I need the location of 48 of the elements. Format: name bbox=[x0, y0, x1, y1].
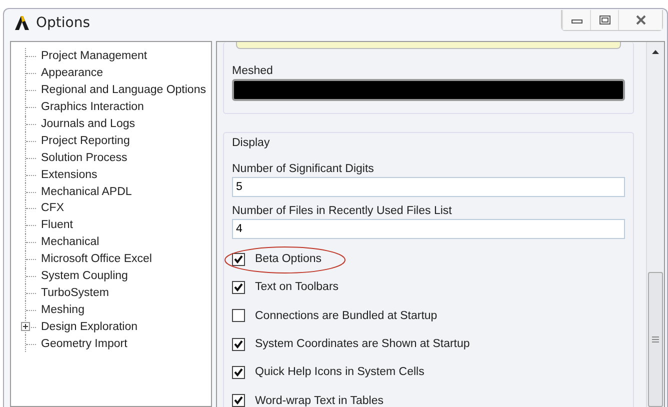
tree-item[interactable]: Journals and Logs bbox=[41, 118, 135, 130]
expand-icon[interactable] bbox=[21, 322, 30, 332]
field-label: Number of Significant Digits bbox=[232, 162, 375, 177]
input-field[interactable]: 4 bbox=[232, 219, 625, 239]
tree-item[interactable]: System Coupling bbox=[41, 270, 128, 282]
checkbox-label: Word-wrap Text in Tables bbox=[255, 394, 384, 407]
close-icon bbox=[634, 14, 646, 24]
tree-item[interactable]: Regional and Language Options bbox=[41, 84, 206, 96]
checkbox-label: System Coordinates are Shown at Startup bbox=[255, 338, 470, 350]
tree-item[interactable]: Microsoft Office Excel bbox=[41, 253, 152, 266]
checkbox-label: Quick Help Icons in System Cells bbox=[255, 366, 424, 378]
tree-item[interactable]: Extensions bbox=[41, 168, 98, 181]
checkbox[interactable] bbox=[232, 394, 245, 407]
checkbox-label: Text on Toolbars bbox=[255, 281, 339, 294]
close-button[interactable] bbox=[618, 10, 662, 30]
group-title: Display bbox=[232, 137, 271, 149]
checkbox[interactable] bbox=[232, 309, 245, 322]
checkbox[interactable] bbox=[232, 366, 245, 379]
scroll-up-icon[interactable] bbox=[652, 50, 659, 54]
minimize-button[interactable] bbox=[562, 10, 590, 30]
tree-item[interactable]: TurboSystem bbox=[41, 286, 109, 299]
tree-item[interactable]: Fluent bbox=[41, 219, 73, 232]
tree-item[interactable]: Graphics Interaction bbox=[41, 101, 144, 114]
tree-item[interactable]: Solution Process bbox=[41, 152, 128, 164]
field-label: Number of Files in Recently Used Files List bbox=[232, 204, 453, 219]
scrollbar-thumb[interactable] bbox=[648, 272, 663, 407]
checkbox-label: Connections are Bundled at Startup bbox=[255, 310, 438, 322]
tree-item[interactable]: Mechanical APDL bbox=[41, 186, 132, 198]
tree-item[interactable]: Geometry Import bbox=[41, 338, 128, 350]
tree-item[interactable]: CFX bbox=[41, 202, 64, 214]
color-field[interactable] bbox=[232, 79, 625, 101]
tree-item[interactable]: Design Exploration bbox=[41, 320, 138, 333]
window-title: Options bbox=[36, 15, 90, 31]
tree-item[interactable]: Project Management bbox=[41, 50, 148, 62]
maximize-button[interactable] bbox=[590, 10, 618, 30]
checkbox-label: Beta Options bbox=[255, 253, 322, 266]
app-logo-icon bbox=[14, 15, 30, 31]
field-label: Meshed bbox=[232, 64, 274, 79]
tree-item[interactable]: Meshing bbox=[41, 304, 84, 316]
checkbox[interactable] bbox=[232, 280, 245, 294]
tree-item[interactable]: Appearance bbox=[41, 67, 104, 80]
input-field[interactable]: 5 bbox=[232, 177, 625, 197]
scrollbar[interactable] bbox=[646, 42, 664, 407]
checkbox[interactable] bbox=[232, 338, 245, 351]
tree-item[interactable]: Project Reporting bbox=[41, 134, 130, 147]
maximize-icon bbox=[598, 14, 610, 24]
checkbox[interactable] bbox=[232, 252, 245, 266]
tree-item[interactable]: Mechanical bbox=[41, 236, 100, 248]
